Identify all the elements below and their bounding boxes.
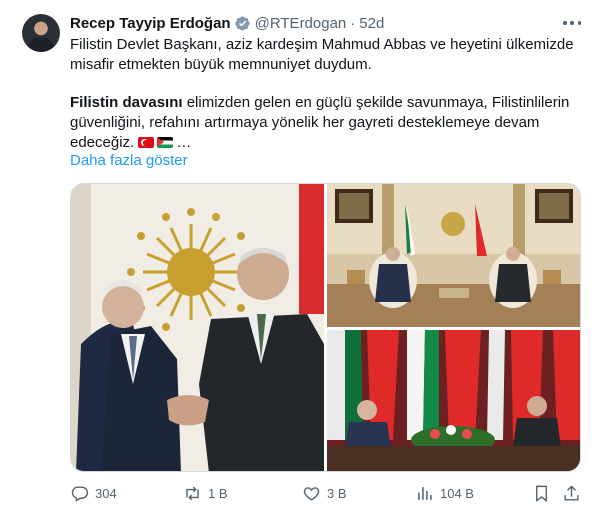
- media-grid: [70, 183, 581, 472]
- reply-button[interactable]: 304: [70, 482, 117, 504]
- reply-icon: [71, 485, 89, 502]
- verified-badge-icon: [234, 15, 251, 32]
- like-count: 3 B: [327, 485, 347, 501]
- action-bar: 304 1 B 3 B 104 B: [70, 482, 582, 504]
- avatar-figure: [28, 38, 54, 52]
- reply-count: 304: [95, 485, 117, 501]
- views-button[interactable]: 104 B: [415, 482, 474, 504]
- header-separator: ·: [350, 14, 356, 32]
- tweet-paragraph-2: Filistin davasını elimizden gelen en güç…: [70, 93, 590, 153]
- repost-count: 1 B: [208, 485, 228, 501]
- more-dot: [570, 21, 574, 25]
- share-button[interactable]: [562, 482, 581, 504]
- flag-palestine-icon: [157, 137, 174, 148]
- tweet-text: Filistin Devlet Başkanı, aziz kardeşim M…: [70, 35, 590, 153]
- bookmark-button[interactable]: [532, 482, 551, 504]
- more-dot: [577, 21, 581, 25]
- photo-handshake[interactable]: [71, 184, 324, 471]
- tweet-header: Recep Tayyip Erdoğan @RTErdogan · 52d: [70, 13, 384, 33]
- photo-press-conference[interactable]: [327, 330, 580, 471]
- more-dot: [563, 21, 567, 25]
- author-handle[interactable]: @RTErdogan: [255, 15, 347, 32]
- analytics-icon: [418, 486, 432, 500]
- tweet-paragraph-1: Filistin Devlet Başkanı, aziz kardeşim M…: [70, 36, 574, 73]
- show-more-link[interactable]: Daha fazla göster: [70, 152, 188, 169]
- flag-turkey-icon: [138, 137, 155, 148]
- repost-icon: [186, 486, 199, 500]
- photo-meeting-room-art: [327, 184, 580, 327]
- bookmark-icon: [536, 485, 547, 502]
- photo-meeting-room[interactable]: [327, 184, 580, 327]
- repost-button[interactable]: 1 B: [183, 482, 228, 504]
- views-count: 104 B: [440, 485, 474, 501]
- photo-handshake-art: [71, 184, 324, 471]
- author-name[interactable]: Recep Tayyip Erdoğan: [70, 15, 231, 32]
- heart-icon: [303, 486, 320, 501]
- more-options-icon[interactable]: [560, 14, 584, 32]
- tweet-timestamp[interactable]: 52d: [359, 15, 384, 32]
- share-icon: [564, 484, 579, 501]
- like-button[interactable]: 3 B: [302, 482, 347, 504]
- truncation-ellipsis: …: [176, 134, 192, 151]
- tweet-card[interactable]: Recep Tayyip Erdoğan @RTErdogan · 52d Fi…: [0, 0, 600, 517]
- avatar[interactable]: [22, 14, 60, 52]
- photo-press-conference-art: [327, 330, 580, 471]
- bold-phrase: Filistin davasını: [70, 94, 183, 111]
